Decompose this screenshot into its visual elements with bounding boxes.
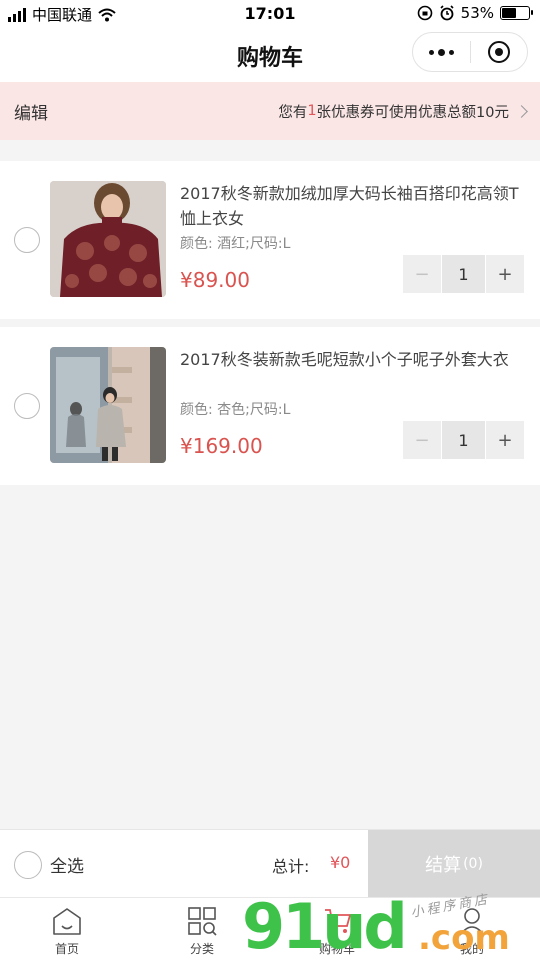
decrease-button[interactable]: − [403,255,441,293]
nav-bar: 购物车 [0,28,540,82]
coupon-count: 1 [307,103,317,119]
decrease-button[interactable]: − [403,421,441,459]
quantity-stepper: − 1 + [403,421,524,459]
checkout-button-label: 结算 [425,855,462,876]
coupon-link[interactable]: 您有 1 张优惠券可使用优惠总额10元 [278,101,528,122]
product-title[interactable]: 2017秋冬新款加绒加厚大码长袖百搭印花高领T恤上衣女 [180,181,526,231]
rotation-lock-icon [417,5,432,21]
coupon-bar: 编辑 您有 1 张优惠券可使用优惠总额10元 [0,82,540,140]
tab-home[interactable]: 首页 [22,898,112,960]
product-price: ¥169.00 [180,434,263,458]
home-icon [53,908,81,935]
item-select-radio[interactable] [14,393,40,419]
more-dots-icon [428,48,454,56]
increase-button[interactable]: + [486,421,524,459]
total-value: ¥0 [330,853,351,872]
select-all-radio[interactable] [14,851,42,879]
coupon-text-suffix: 张优惠券可使用优惠总额10元 [316,104,509,121]
checkout-bar: 全选 总计: ¥0 结算 (0) [0,829,540,898]
quantity-value[interactable]: 1 [442,255,485,293]
cart-item: 2017秋冬新款加绒加厚大码长袖百搭印花高领T恤上衣女 颜色: 酒红;尺码:L … [0,161,540,319]
tab-category-label: 分类 [189,942,214,956]
item-select-radio[interactable] [14,227,40,253]
category-icon [188,907,217,936]
tab-category[interactable]: 分类 [157,898,247,960]
cart-item: 2017秋冬装新款毛呢短款小个子呢子外套大衣 颜色: 杏色;尺码:L ¥169.… [0,327,540,485]
status-bar: 中国联通 17:01 53% [0,0,540,28]
quantity-stepper: − 1 + [403,255,524,293]
product-title[interactable]: 2017秋冬装新款毛呢短款小个子呢子外套大衣 [180,347,526,372]
watermark-logo: 91ud [242,890,408,960]
edit-button[interactable]: 编辑 [14,99,48,124]
battery-percent: 53% [460,4,494,22]
increase-button[interactable]: + [486,255,524,293]
chevron-right-icon [515,104,528,118]
target-icon [487,41,510,63]
product-spec: 颜色: 酒红;尺码:L [180,236,291,252]
checkout-count: (0) [463,856,483,872]
checkout-button[interactable]: 结算 (0) [368,830,540,898]
coupon-text-prefix: 您有 [278,104,308,121]
product-image[interactable] [50,347,166,463]
product-spec: 颜色: 杏色;尺码:L [180,402,291,418]
more-button[interactable] [413,33,470,71]
select-all-label[interactable]: 全选 [50,852,84,877]
mini-program-capsule [412,32,528,72]
quantity-value[interactable]: 1 [442,421,485,459]
alarm-icon [440,5,454,21]
product-image[interactable] [50,181,166,297]
status-right: 53% [417,4,533,22]
close-mini-program-button[interactable] [471,33,528,71]
total-label: 总计: [272,857,310,876]
product-photo-top-icon [50,181,166,297]
battery-icon [500,6,533,20]
watermark-domain: .com [418,918,510,958]
product-photo-coat-icon [50,347,166,463]
product-price: ¥89.00 [180,268,250,292]
tab-home-label: 首页 [54,942,79,956]
